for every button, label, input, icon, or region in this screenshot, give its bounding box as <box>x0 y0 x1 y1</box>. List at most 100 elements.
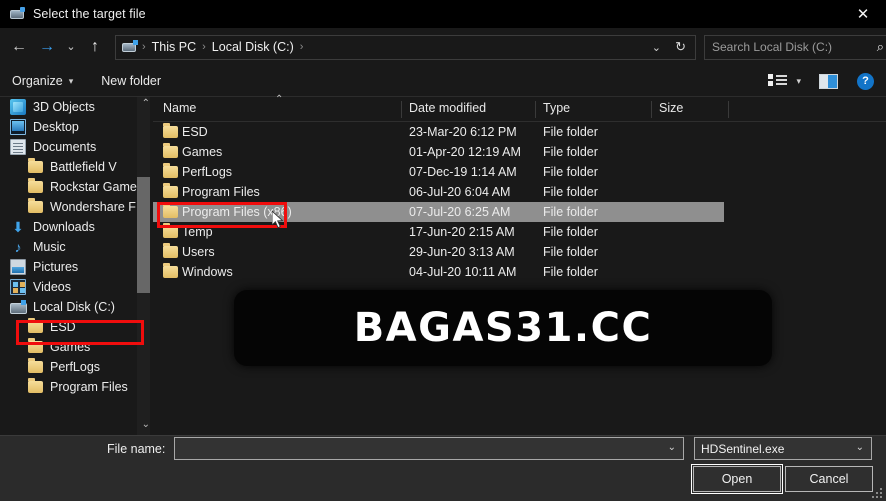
search-input[interactable]: Search Local Disk (C:) ⌕ <box>704 34 886 60</box>
sidebar-item-label: 3D Objects <box>33 100 95 114</box>
preview-pane-icon[interactable] <box>819 73 838 89</box>
sidebar-item-label: Rockstar Game <box>50 180 137 194</box>
cell-name: Program Files <box>182 185 260 199</box>
cell-type: File folder <box>543 265 598 279</box>
column-header-size[interactable]: Size <box>659 101 683 115</box>
chevron-down-icon[interactable]: ⌄ <box>856 442 864 453</box>
sidebar-item-local-disk-c[interactable]: Local Disk (C:) <box>0 297 152 317</box>
cancel-button[interactable]: Cancel <box>785 466 873 492</box>
breadcrumb-separator: › <box>299 41 304 53</box>
scroll-down-icon[interactable]: ⌄ <box>142 419 150 430</box>
folder-icon <box>163 183 178 198</box>
folder-icon <box>163 263 178 278</box>
sidebar-item-wondershare-f[interactable]: Wondershare F <box>0 197 152 217</box>
videos-icon <box>10 279 26 295</box>
recent-locations-icon[interactable]: ⌄ <box>61 33 81 61</box>
close-icon[interactable]: ✕ <box>840 0 886 28</box>
column-headers: Name ⌃ Date modified Type Size <box>153 94 886 122</box>
sidebar-item-label: PerfLogs <box>50 360 101 374</box>
sidebar-item-perflogs[interactable]: PerfLogs <box>0 357 152 377</box>
column-header-name[interactable]: Name <box>163 101 196 115</box>
sidebar-item-battlefield-v[interactable]: Battlefield V <box>0 157 152 177</box>
chevron-down-icon[interactable]: ⌄ <box>652 41 661 54</box>
scroll-up-icon[interactable]: ⌃ <box>142 98 150 109</box>
table-row[interactable]: Windows 04-Jul-20 10:11 AM File folder <box>153 262 886 282</box>
sidebar-item-label: Videos <box>33 280 71 294</box>
sidebar-item-program-files[interactable]: Program Files <box>0 377 152 397</box>
sidebar-item-documents[interactable]: Documents <box>0 137 152 157</box>
sidebar-list: 3D Objects Desktop Documents Battlefield V R… <box>0 97 152 397</box>
table-row[interactable]: PerfLogs 07-Dec-19 1:14 AM File folder <box>153 162 886 182</box>
sidebar-item-label: Wondershare F <box>50 200 136 214</box>
cell-date: 07-Dec-19 1:14 AM <box>409 165 517 179</box>
cell-type: File folder <box>543 205 598 219</box>
cell-name: Games <box>182 145 223 159</box>
mouse-cursor <box>272 211 284 229</box>
view-layout-icon[interactable] <box>768 73 788 89</box>
cell-name: PerfLogs <box>182 165 233 179</box>
sidebar-item-label: Pictures <box>33 260 79 274</box>
cell-date: 23-Mar-20 6:12 PM <box>409 125 517 139</box>
search-placeholder: Search Local Disk (C:) <box>712 40 833 54</box>
cell-date: 07-Jul-20 6:25 AM <box>409 205 511 219</box>
folder-icon <box>163 123 178 138</box>
sidebar-item-rockstar-game[interactable]: Rockstar Game <box>0 177 152 197</box>
cell-name: ESD <box>182 125 208 139</box>
table-row[interactable]: ESD 23-Mar-20 6:12 PM File folder <box>153 122 886 142</box>
annotation-box-local-disk <box>16 320 144 345</box>
open-button[interactable]: Open <box>691 464 783 494</box>
folder-icon <box>163 243 178 258</box>
sidebar-item-label: Program Files <box>50 380 128 394</box>
help-icon[interactable]: ? <box>857 72 874 90</box>
breadcrumb-item-local-disk[interactable]: Local Disk (C:) <box>207 40 299 54</box>
sidebar-item-label: Documents <box>33 140 97 154</box>
documents-icon <box>10 139 26 155</box>
downloads-icon: ⬇ <box>12 219 24 235</box>
folder-icon <box>163 143 178 158</box>
chevron-down-icon: ▾ <box>68 75 74 86</box>
3d-objects-icon <box>10 99 26 115</box>
address-bar: ← → ⌄ ↑ › This PC › Local Disk (C:) › ⌄ … <box>0 28 886 66</box>
sidebar-scrollbar-thumb[interactable] <box>137 177 150 293</box>
folder-icon <box>28 158 43 173</box>
sidebar-item-desktop[interactable]: Desktop <box>0 117 152 137</box>
column-header-date-modified[interactable]: Date modified <box>409 101 486 115</box>
up-button[interactable]: ↑ <box>81 33 109 61</box>
folder-icon <box>28 378 43 393</box>
back-button[interactable]: ← <box>5 33 33 61</box>
new-folder-button[interactable]: New folder <box>101 74 161 88</box>
annotation-box-program-files-x86 <box>157 202 287 228</box>
music-icon: ♪ <box>14 239 22 255</box>
file-name-input[interactable]: ⌄ <box>174 437 684 460</box>
sidebar-item-label: Battlefield V <box>50 160 117 174</box>
navigation-sidebar[interactable]: ⌃ ⌄ 3D Objects Desktop Documents Battlefiel… <box>0 97 152 435</box>
sidebar-item-videos[interactable]: Videos <box>0 277 152 297</box>
command-bar-right: ▾ ? <box>768 72 876 90</box>
refresh-icon[interactable]: ↻ <box>675 39 686 55</box>
cell-date: 01-Apr-20 12:19 AM <box>409 145 521 159</box>
column-header-type[interactable]: Type <box>543 101 570 115</box>
sidebar-item-3d-objects[interactable]: 3D Objects <box>0 97 152 117</box>
file-picker-dialog: Select the target file ✕ ← → ⌄ ↑ › This … <box>0 0 886 501</box>
file-list-pane: Name ⌃ Date modified Type Size ESD 23-Mar… <box>153 94 886 435</box>
file-type-select[interactable]: HDSentinel.exe ⌄ <box>694 437 872 460</box>
sidebar-item-music[interactable]: ♪ Music <box>0 237 152 257</box>
cell-date: 29-Jun-20 3:13 AM <box>409 245 515 259</box>
resize-grip[interactable] <box>872 488 883 499</box>
chevron-down-icon[interactable]: ⌄ <box>668 442 676 453</box>
sidebar-item-pictures[interactable]: Pictures <box>0 257 152 277</box>
organize-button[interactable]: Organize ▾ <box>12 74 73 88</box>
chevron-down-icon[interactable]: ▾ <box>796 76 801 87</box>
table-row[interactable]: Program Files 06-Jul-20 6:04 AM File folde… <box>153 182 886 202</box>
cell-date: 04-Jul-20 10:11 AM <box>409 265 517 279</box>
sidebar-item-downloads[interactable]: ⬇ Downloads <box>0 217 152 237</box>
watermark-badge: BAGAS31.CC <box>234 290 772 366</box>
sidebar-item-label: Downloads <box>33 220 95 234</box>
cell-type: File folder <box>543 185 598 199</box>
table-row[interactable]: Games 01-Apr-20 12:19 AM File folder <box>153 142 886 162</box>
window-title: Select the target file <box>33 7 146 21</box>
table-row[interactable]: Users 29-Jun-20 3:13 AM File folder <box>153 242 886 262</box>
breadcrumb[interactable]: › This PC › Local Disk (C:) › ⌄ ↻ <box>115 34 696 60</box>
forward-button[interactable]: → <box>33 33 61 61</box>
breadcrumb-item-this-pc[interactable]: This PC <box>147 40 201 54</box>
